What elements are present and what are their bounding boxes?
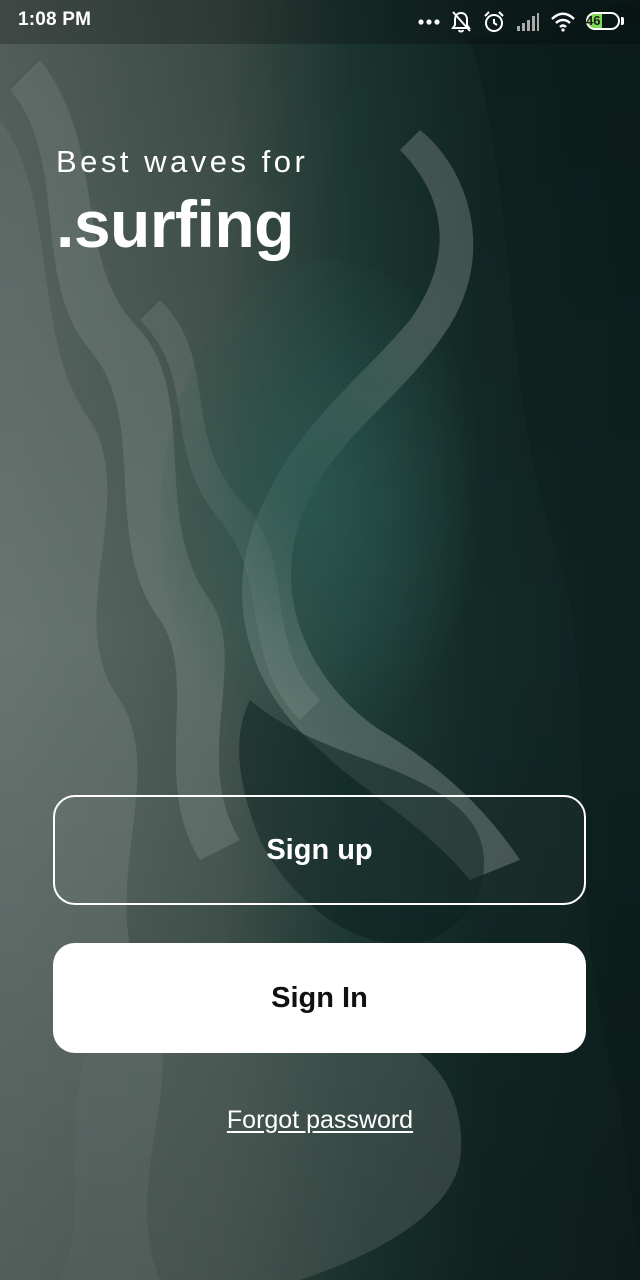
hero-headline: Best waves for .surfing [56,140,308,264]
battery-level-text: 46 [586,13,601,28]
sign-up-button[interactable]: Sign up [53,795,586,905]
battery-icon: 46 [586,12,626,32]
more-dots-icon [418,18,440,26]
notifications-off-icon [450,10,472,34]
signal-icon [516,12,540,32]
brand-title: .surfing [56,187,295,261]
status-icons: 46 [418,8,626,36]
sign-in-button[interactable]: Sign In [53,943,586,1053]
sign-up-label: Sign up [266,833,373,866]
alarm-icon [482,10,506,34]
wifi-icon [550,12,576,32]
battery-tip [621,17,624,25]
status-time: 1:08 PM [18,9,92,30]
status-bar: 1:08 PM 46 [0,0,640,44]
sign-in-label: Sign In [271,981,368,1014]
login-screen: 1:08 PM 46 Best waves for .surfing Sign … [0,0,640,1280]
tagline: Best waves for [56,144,309,179]
forgot-password-link[interactable]: Forgot password [0,1106,640,1135]
